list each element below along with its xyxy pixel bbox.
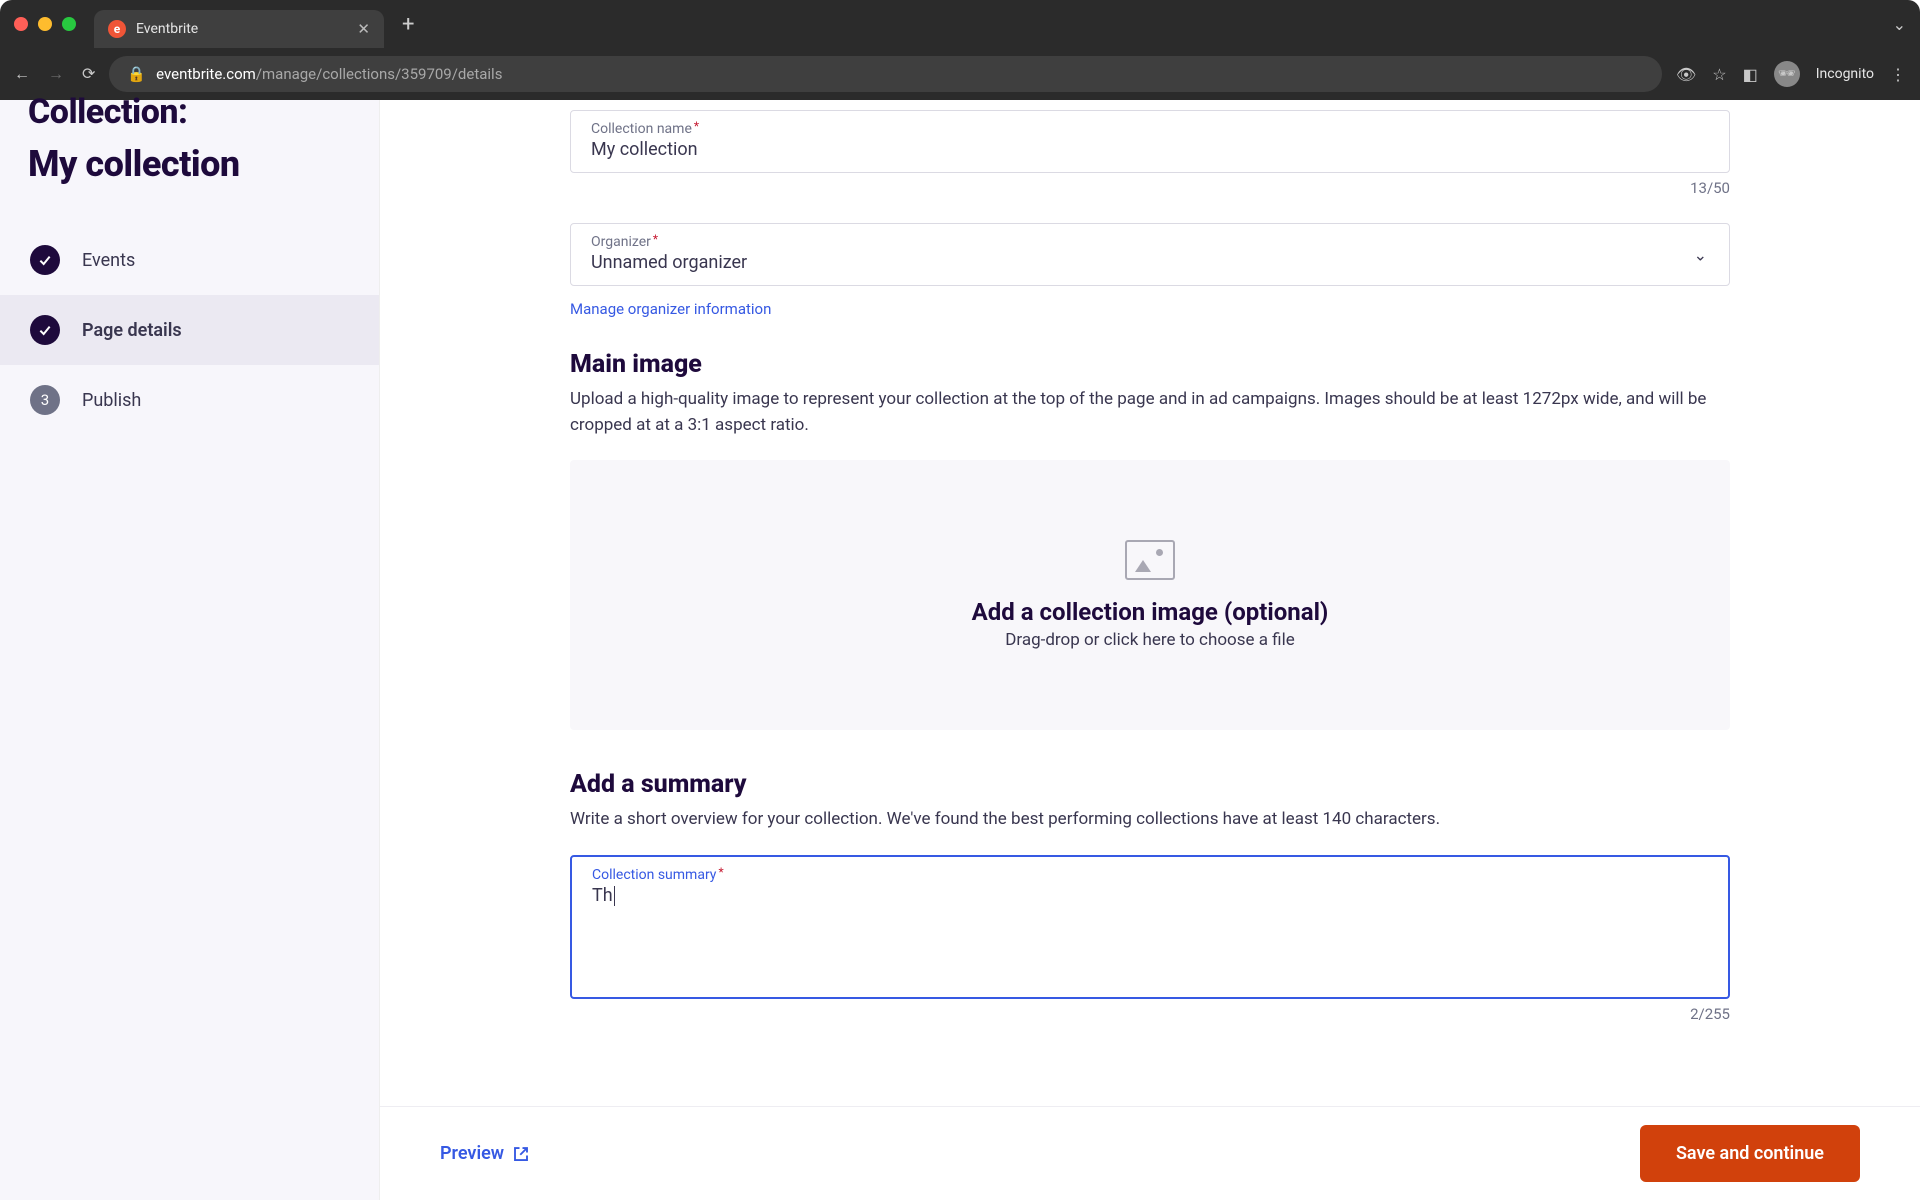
organizer-select[interactable]: Organizer* Unnamed organizer ⌄ <box>570 223 1730 286</box>
summary-counter: 2/255 <box>570 1005 1730 1023</box>
check-icon <box>30 315 60 345</box>
kebab-menu-icon[interactable]: ⋮ <box>1890 65 1906 84</box>
main-content: Collection name* 13/50 Organizer* Unname… <box>380 100 1920 1200</box>
step-label: Page details <box>82 320 182 341</box>
image-dropzone[interactable]: Add a collection image (optional) Drag-d… <box>570 460 1730 730</box>
lock-icon: 🔒 <box>127 65 146 83</box>
required-asterisk: * <box>694 119 699 133</box>
dropzone-subtitle: Drag-drop or click here to choose a file <box>1005 630 1295 650</box>
close-window-button[interactable] <box>14 17 28 31</box>
field-label: Collection summary <box>592 867 716 883</box>
step-publish[interactable]: 3 Publish <box>0 365 379 435</box>
favicon-icon: e <box>108 20 126 38</box>
main-image-heading: Main image <box>570 350 1730 379</box>
sidebar: Collection: My collection Events Page de… <box>0 100 380 1200</box>
required-asterisk: * <box>718 865 723 879</box>
save-continue-button[interactable]: Save and continue <box>1640 1125 1860 1182</box>
main-image-description: Upload a high-quality image to represent… <box>570 387 1730 438</box>
bookmark-icon[interactable]: ☆ <box>1712 65 1726 84</box>
breadcrumb: Collection: <box>28 95 351 125</box>
traffic-lights <box>14 17 76 31</box>
check-icon <box>30 245 60 275</box>
chevron-down-icon: ⌄ <box>1694 245 1707 264</box>
close-tab-icon[interactable]: ✕ <box>357 20 370 38</box>
footer-bar: Preview Save and continue <box>380 1106 1920 1200</box>
collection-name-field[interactable]: Collection name* <box>570 110 1730 173</box>
back-button[interactable]: ← <box>14 64 30 84</box>
address-bar[interactable]: 🔒 eventbrite.com/manage/collections/3597… <box>109 56 1662 92</box>
step-page-details[interactable]: Page details <box>0 295 379 365</box>
collection-name-counter: 13/50 <box>570 179 1730 197</box>
text-cursor <box>614 886 615 906</box>
required-asterisk: * <box>653 232 658 246</box>
browser-tab[interactable]: e Eventbrite ✕ <box>94 10 384 48</box>
collection-summary-input[interactable]: Th <box>592 885 1708 985</box>
url-path: /manage/collections/359709/details <box>256 65 503 83</box>
incognito-avatar-icon: 🕶 <box>1774 61 1800 87</box>
preview-label: Preview <box>440 1143 504 1164</box>
step-label: Events <box>82 250 135 271</box>
field-label: Organizer <box>591 234 651 250</box>
page-title: My collection <box>28 143 351 185</box>
maximize-window-button[interactable] <box>62 17 76 31</box>
preview-link[interactable]: Preview <box>440 1143 530 1164</box>
step-nav: Events Page details 3 Publish <box>0 225 379 435</box>
new-tab-button[interactable]: + <box>402 12 414 37</box>
extensions-icon[interactable]: ◧ <box>1743 65 1758 84</box>
collection-name-input[interactable] <box>591 139 1709 160</box>
tab-title: Eventbrite <box>136 21 347 37</box>
collection-summary-field[interactable]: Collection summary* Th <box>570 855 1730 999</box>
tabs-overflow-icon[interactable]: ⌄ <box>1893 15 1906 34</box>
url-host: eventbrite.com <box>156 65 256 83</box>
organizer-value: Unnamed organizer <box>591 252 1709 273</box>
minimize-window-button[interactable] <box>38 17 52 31</box>
image-placeholder-icon <box>1125 540 1175 580</box>
summary-heading: Add a summary <box>570 770 1730 799</box>
step-index: 3 <box>30 385 60 415</box>
url-toolbar: ← → ⟳ 🔒 eventbrite.com/manage/collection… <box>0 48 1920 100</box>
external-link-icon <box>512 1145 530 1163</box>
step-events[interactable]: Events <box>0 225 379 295</box>
eye-off-icon[interactable]: 👁 <box>1676 65 1696 84</box>
dropzone-title: Add a collection image (optional) <box>972 598 1329 626</box>
incognito-label: Incognito <box>1816 66 1874 82</box>
summary-description: Write a short overview for your collecti… <box>570 807 1730 833</box>
field-label: Collection name <box>591 121 692 137</box>
window-titlebar: e Eventbrite ✕ + ⌄ <box>0 0 1920 48</box>
step-label: Publish <box>82 390 141 411</box>
forward-button[interactable]: → <box>48 64 64 84</box>
reload-button[interactable]: ⟳ <box>82 64 95 84</box>
manage-organizer-link[interactable]: Manage organizer information <box>570 300 771 318</box>
